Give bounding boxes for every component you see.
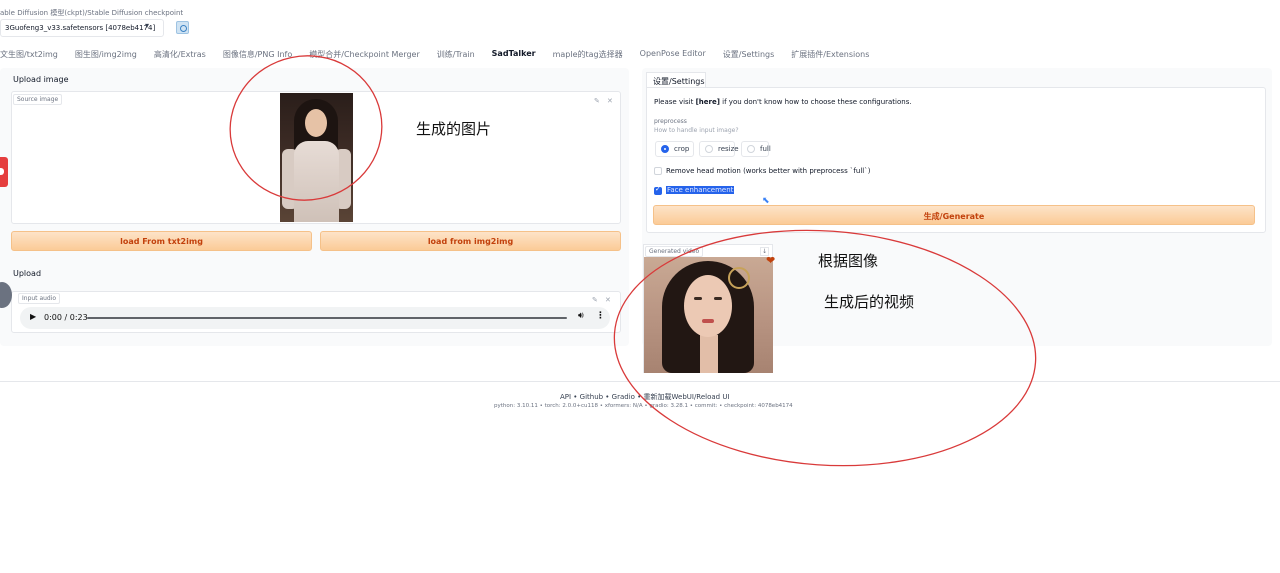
tab-settings[interactable]: 设置/Settings bbox=[723, 46, 775, 64]
radio-crop[interactable]: crop bbox=[655, 141, 694, 157]
generate-button[interactable]: 生成/Generate bbox=[653, 205, 1255, 225]
volume-icon[interactable]: 🔊︎ bbox=[578, 311, 584, 321]
refresh-checkpoint-button[interactable] bbox=[176, 21, 189, 34]
play-icon[interactable]: ▶ bbox=[30, 312, 36, 321]
remove-head-motion-label: Remove head motion (works better with pr… bbox=[666, 167, 871, 175]
radio-resize[interactable]: resize bbox=[699, 141, 739, 157]
tab-png-info[interactable]: 图像信息/PNG Info bbox=[223, 46, 292, 64]
generated-video-label: Generated video bbox=[645, 246, 704, 257]
checkpoint-select[interactable]: 3Guofeng3_v33.safetensors [4078eb4174] bbox=[0, 19, 164, 37]
radio-full[interactable]: full bbox=[741, 141, 771, 157]
load-from-img2img-button[interactable]: load from img2img bbox=[320, 231, 621, 251]
footer-divider bbox=[0, 381, 1280, 382]
heart-icon: ❤ bbox=[766, 254, 776, 267]
more-options-icon[interactable]: ⋮ bbox=[596, 311, 605, 321]
footer-versions: python: 3.10.11 • torch: 2.0.0+cu118 • x… bbox=[494, 403, 793, 409]
annotation-generated-image: 生成的图片 bbox=[416, 120, 492, 138]
tab-train[interactable]: 训练/Train bbox=[437, 46, 475, 64]
tab-openpose-editor[interactable]: OpenPose Editor bbox=[640, 46, 706, 64]
source-image-label: Source image bbox=[13, 94, 63, 105]
chevron-down-icon[interactable]: ▾ bbox=[145, 21, 149, 30]
settings-subtab[interactable]: 设置/Settings bbox=[646, 72, 706, 88]
annotation-from-image: 根据图像 bbox=[818, 252, 879, 270]
annotation-generated-video: 生成后的视频 bbox=[824, 293, 915, 311]
footer-links[interactable]: API • Github • Gradio • 重新加载WebUI/Reload… bbox=[560, 392, 730, 402]
tab-tag-selector[interactable]: maple的tag选择器 bbox=[553, 46, 623, 64]
preprocess-hint: How to handle input image? bbox=[654, 127, 739, 134]
edit-icon[interactable]: ✎ bbox=[592, 296, 598, 304]
tab-img2img[interactable]: 图生图/img2img bbox=[75, 46, 137, 64]
load-from-txt2img-button[interactable]: load From txt2img bbox=[11, 231, 312, 251]
audio-time: 0:00 / 0:23 bbox=[44, 313, 88, 322]
upload-image-title: Upload image bbox=[13, 75, 69, 84]
edit-icon[interactable]: ✎ bbox=[594, 97, 600, 105]
help-link[interactable]: [here] bbox=[696, 98, 720, 106]
input-audio-label: Input audio bbox=[18, 293, 61, 304]
tab-sadtalker[interactable]: SadTalker bbox=[492, 46, 536, 64]
close-icon[interactable]: ✕ bbox=[605, 296, 611, 304]
tab-extensions[interactable]: 扩展插件/Extensions bbox=[791, 46, 869, 64]
face-enhancement-label: Face enhancement bbox=[666, 186, 735, 194]
help-text: Please visit [here] if you don't know ho… bbox=[654, 98, 912, 106]
generated-video[interactable] bbox=[644, 257, 773, 373]
remove-head-motion-checkbox[interactable] bbox=[654, 167, 662, 175]
face-enhancement-checkbox[interactable] bbox=[654, 185, 662, 195]
tab-txt2img[interactable]: 文生图/txt2img bbox=[0, 46, 58, 64]
close-icon[interactable]: ✕ bbox=[607, 97, 613, 105]
main-tabs: 文生图/txt2img 图生图/img2img 高清化/Extras 图像信息/… bbox=[0, 46, 886, 64]
source-image bbox=[280, 93, 353, 222]
checkpoint-label: able Diffusion 模型(ckpt)/Stable Diffusion… bbox=[0, 9, 184, 17]
tab-checkpoint-merger[interactable]: 模型合并/Checkpoint Merger bbox=[309, 46, 420, 64]
tab-extras[interactable]: 高清化/Extras bbox=[154, 46, 206, 64]
preprocess-label: preprocess bbox=[654, 118, 687, 125]
audio-seek-bar[interactable] bbox=[87, 317, 567, 319]
upload-title: Upload bbox=[13, 269, 42, 278]
